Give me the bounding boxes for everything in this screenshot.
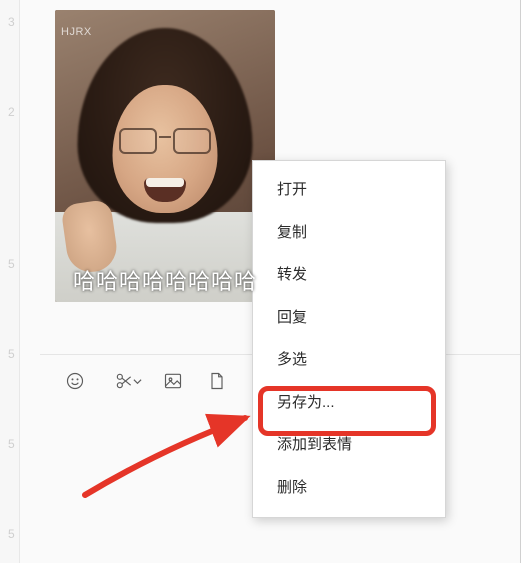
menu-item-multiselect[interactable]: 多选 <box>253 339 445 382</box>
tick: 3 <box>8 15 15 29</box>
image-icon[interactable] <box>162 370 184 392</box>
context-menu: 打开 复制 转发 回复 多选 另存为... 添加到表情 删除 <box>252 160 446 518</box>
menu-item-forward[interactable]: 转发 <box>253 254 445 297</box>
menu-item-add-sticker[interactable]: 添加到表情 <box>253 424 445 467</box>
gif-caption: 哈哈哈哈哈哈哈哈 <box>55 264 275 296</box>
scissors-icon[interactable] <box>108 370 140 392</box>
tick: 5 <box>8 257 15 271</box>
left-rail: 3 2 5 5 5 5 <box>0 0 20 563</box>
menu-item-delete[interactable]: 删除 <box>253 467 445 510</box>
tick: 2 <box>8 105 15 119</box>
menu-item-reply[interactable]: 回复 <box>253 297 445 340</box>
menu-item-open[interactable]: 打开 <box>253 169 445 212</box>
file-icon[interactable] <box>206 370 228 392</box>
menu-item-copy[interactable]: 复制 <box>253 212 445 255</box>
tick: 5 <box>8 437 15 451</box>
tick: 5 <box>8 527 15 541</box>
emoji-icon[interactable] <box>64 370 86 392</box>
chat-image-message[interactable]: HJRX 哈哈哈哈哈哈哈哈 <box>55 10 275 302</box>
tick: 5 <box>8 347 15 361</box>
gif-illustration <box>55 10 275 302</box>
input-toolbar <box>64 370 228 392</box>
menu-item-save-as[interactable]: 另存为... <box>253 382 445 425</box>
gif-watermark: HJRX <box>61 26 92 38</box>
